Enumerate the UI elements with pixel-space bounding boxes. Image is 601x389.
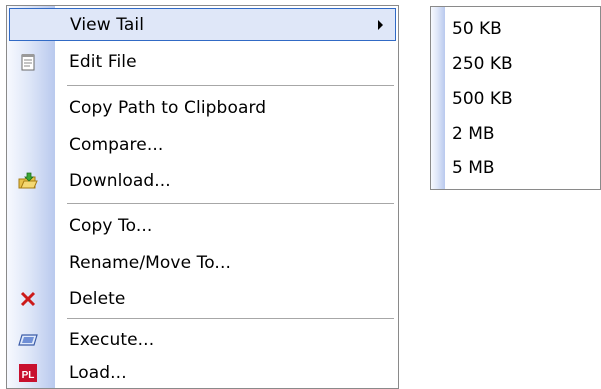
menu-item-label: Delete <box>69 288 126 309</box>
pl-load-icon: PL <box>18 363 38 383</box>
menu-item-execute[interactable]: Execute... <box>9 323 396 356</box>
context-menu: View Tail Edit File Copy Path to Clipboa… <box>6 5 399 389</box>
menu-item-label: Compare... <box>69 134 164 155</box>
menu-item-label: Copy Path to Clipboard <box>69 97 267 118</box>
menu-item-label: Load... <box>69 362 127 383</box>
execute-icon <box>18 330 38 350</box>
submenu-item-label: 50 KB <box>452 19 502 39</box>
submenu-item[interactable]: 2 MB <box>447 117 598 151</box>
submenu-item[interactable]: 50 KB <box>447 12 598 46</box>
submenu-item[interactable]: 250 KB <box>447 47 598 81</box>
menu-item-load[interactable]: PL Load... <box>9 356 396 389</box>
submenu-arrow-icon <box>378 20 383 30</box>
delete-x-icon <box>18 289 38 309</box>
menu-separator <box>67 203 394 204</box>
view-tail-submenu: 50 KB 250 KB 500 KB 2 MB 5 MB <box>430 6 601 190</box>
menu-item-label: Edit File <box>69 51 137 72</box>
menu-item-label: Rename/Move To... <box>69 252 231 273</box>
svg-text:PL: PL <box>22 370 35 381</box>
menu-item-copy-path[interactable]: Copy Path to Clipboard <box>9 91 396 124</box>
submenu-gutter <box>431 7 445 189</box>
menu-separator <box>67 85 394 86</box>
menu-item-copy-to[interactable]: Copy To... <box>9 209 396 242</box>
menu-item-label: Download... <box>69 170 171 191</box>
submenu-item[interactable]: 500 KB <box>447 82 598 116</box>
menu-separator <box>67 318 394 319</box>
submenu-item[interactable]: 5 MB <box>447 151 598 185</box>
menu-item-label: Copy To... <box>69 215 153 236</box>
menu-item-download[interactable]: Download... <box>9 164 396 197</box>
submenu-item-label: 500 KB <box>452 89 513 109</box>
submenu-item-label: 2 MB <box>452 124 495 144</box>
menu-item-label: Execute... <box>69 329 155 350</box>
menu-item-view-tail[interactable]: View Tail <box>9 8 396 41</box>
submenu-item-label: 250 KB <box>452 54 513 74</box>
notepad-icon <box>18 52 38 72</box>
submenu-item-label: 5 MB <box>452 158 495 178</box>
menu-item-label: View Tail <box>70 14 145 35</box>
menu-item-rename-move[interactable]: Rename/Move To... <box>9 246 396 279</box>
menu-item-compare[interactable]: Compare... <box>9 128 396 161</box>
menu-item-delete[interactable]: Delete <box>9 282 396 315</box>
download-folder-icon <box>18 171 38 191</box>
menu-item-edit-file[interactable]: Edit File <box>9 45 396 78</box>
